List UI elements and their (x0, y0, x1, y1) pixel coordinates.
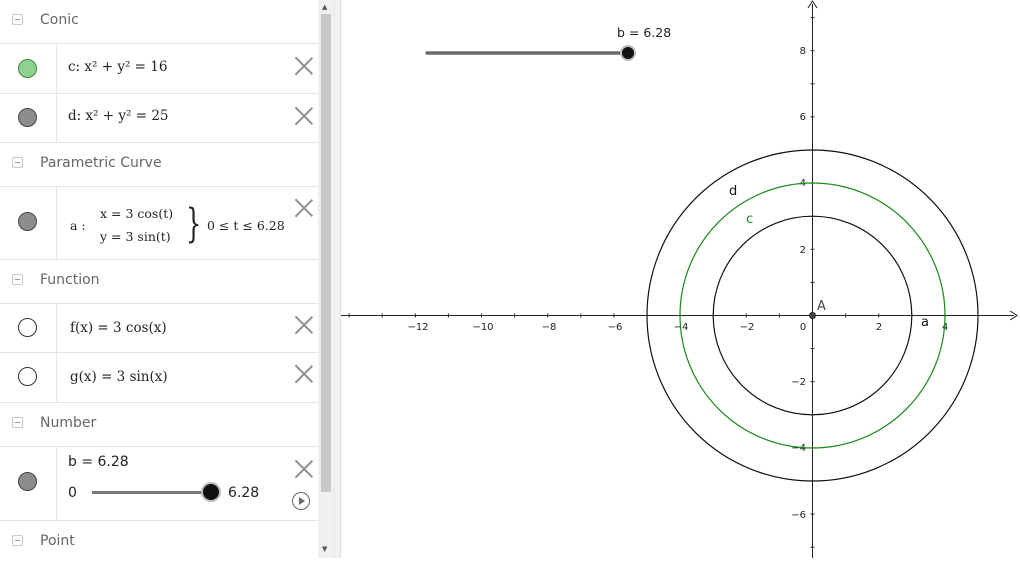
y-tick-label: −6 (791, 510, 806, 521)
marble-cell (0, 353, 57, 402)
graphics-canvas[interactable]: −12 −10 −8 −6 −4 −2 0 2 4 8 6 4 2 −2 −4 … (341, 0, 1020, 558)
marble-cell (0, 447, 57, 520)
axis-ticks (348, 17, 979, 548)
marble-cell (0, 304, 57, 352)
algebra-scrollbar[interactable]: ▲ ▼ (318, 0, 334, 558)
section-header-point[interactable]: Point (0, 521, 318, 558)
x-tick-label: −10 (472, 322, 493, 333)
section-title: Function (40, 272, 100, 288)
section-title: Number (40, 415, 97, 431)
conic-d-definition[interactable]: d: x² + y² = 25 (68, 108, 169, 124)
conic-c-definition[interactable]: c: x² + y² = 16 (68, 59, 167, 75)
algebra-row-c[interactable]: c: x² + y² = 16 (0, 44, 318, 94)
x-tick-label: 2 (876, 322, 882, 333)
play-icon[interactable] (292, 492, 310, 510)
number-b-definition[interactable]: b = 6.28 (68, 454, 129, 470)
x-tick-label: −2 (740, 322, 755, 333)
algebra-row-a[interactable]: a : x = 3 cos(t) y = 3 sin(t) } 0 ≤ t ≤ … (0, 187, 318, 260)
function-f-definition[interactable]: f(x) = 3 cos(x) (70, 320, 167, 336)
y-tick-label: −4 (791, 443, 806, 454)
collapse-icon[interactable] (12, 274, 23, 285)
brace-glyph: } (186, 201, 202, 247)
section-header-function[interactable]: Function (0, 260, 318, 304)
scroll-up-icon[interactable]: ▲ (322, 3, 327, 11)
delete-icon[interactable] (294, 364, 314, 384)
algebra-row-g[interactable]: g(x) = 3 sin(x) (0, 353, 318, 403)
slider-max-label: 6.28 (228, 485, 260, 501)
section-title: Point (40, 533, 75, 549)
marble-cell (0, 187, 57, 259)
slider-track[interactable] (92, 491, 211, 494)
delete-icon[interactable] (294, 459, 314, 479)
delete-icon[interactable] (294, 106, 314, 126)
section-header-conic[interactable]: Conic (0, 0, 318, 44)
visibility-toggle-icon[interactable] (18, 472, 37, 491)
point-A[interactable] (809, 312, 816, 319)
delete-icon[interactable] (294, 56, 314, 76)
section-title: Parametric Curve (40, 155, 162, 171)
collapse-icon[interactable] (12, 417, 23, 428)
curve-label: a : (70, 218, 86, 233)
y-tick-label: 6 (800, 112, 806, 123)
collapse-icon[interactable] (12, 157, 23, 168)
graphics-view[interactable]: −12 −10 −8 −6 −4 −2 0 2 4 8 6 4 2 −2 −4 … (341, 0, 1020, 558)
slider-b-handle[interactable] (622, 47, 634, 59)
visibility-toggle-icon[interactable] (18, 59, 37, 78)
y-tick-label: 2 (800, 245, 806, 256)
visibility-toggle-icon[interactable] (18, 318, 37, 337)
view-divider[interactable] (334, 0, 341, 558)
curve-x-equation[interactable]: x = 3 cos(t) (100, 206, 173, 221)
section-header-parametric[interactable]: Parametric Curve (0, 143, 318, 187)
function-g-definition[interactable]: g(x) = 3 sin(x) (70, 369, 168, 385)
curve-parameter-range[interactable]: 0 ≤ t ≤ 6.28 (207, 218, 285, 233)
visibility-toggle-icon[interactable] (18, 108, 37, 127)
algebra-row-b[interactable]: b = 6.28 0 6.28 (0, 447, 318, 521)
algebra-row-d[interactable]: d: x² + y² = 25 (0, 94, 318, 143)
collapse-icon[interactable] (12, 535, 23, 546)
scroll-down-icon[interactable]: ▼ (322, 545, 327, 553)
label-c[interactable]: c (746, 212, 753, 227)
x-tick-label: −6 (608, 322, 623, 333)
y-tick-label: −2 (791, 377, 806, 388)
curve-y-equation[interactable]: y = 3 sin(t) (100, 229, 171, 244)
section-title: Conic (40, 12, 79, 28)
slider-b-label[interactable]: b = 6.28 (617, 25, 671, 40)
visibility-toggle-icon[interactable] (18, 367, 37, 386)
slider-handle[interactable] (203, 484, 219, 500)
slider-min-label: 0 (68, 485, 77, 501)
x-tick-label: −12 (407, 322, 428, 333)
x-tick-label: −8 (542, 322, 557, 333)
x-tick-label: 0 (800, 322, 806, 333)
marble-cell (0, 44, 57, 93)
delete-icon[interactable] (294, 315, 314, 335)
section-header-number[interactable]: Number (0, 403, 318, 447)
y-tick-label: 8 (800, 46, 806, 57)
label-a[interactable]: a (921, 315, 929, 330)
collapse-icon[interactable] (12, 14, 23, 25)
delete-icon[interactable] (294, 198, 314, 218)
algebra-row-f[interactable]: f(x) = 3 cos(x) (0, 304, 318, 353)
label-A[interactable]: A (817, 299, 826, 314)
visibility-toggle-icon[interactable] (18, 212, 37, 231)
algebra-view: Conic c: x² + y² = 16 d: x² + y² = 25 Pa… (0, 0, 318, 558)
scrollbar-thumb[interactable] (321, 14, 331, 492)
label-d[interactable]: d (729, 184, 737, 199)
marble-cell (0, 94, 57, 142)
